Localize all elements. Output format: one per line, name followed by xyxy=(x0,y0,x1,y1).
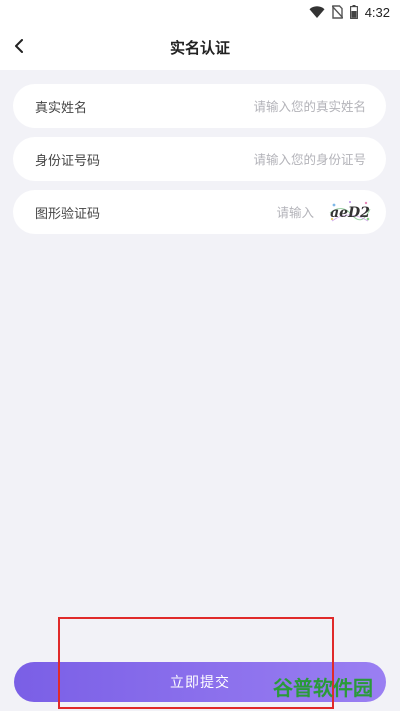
page-title: 实名认证 xyxy=(169,38,230,57)
captcha-row: 图形验证码 aeD2 xyxy=(13,190,386,234)
name-row: 真实姓名 xyxy=(13,84,386,128)
nav-bar: 实名认证 xyxy=(0,24,400,70)
name-input[interactable] xyxy=(145,98,366,114)
watermark-logo: 谷普软件园 xyxy=(273,676,373,700)
status-time: 4:32 xyxy=(364,4,390,20)
wifi-icon xyxy=(309,5,325,19)
chevron-left-icon xyxy=(14,38,26,57)
battery-icon xyxy=(349,5,358,19)
captcha-text: aeD2 xyxy=(330,205,370,221)
verification-form: 真实姓名 身份证号码 图形验证码 aeD2 xyxy=(13,84,386,243)
id-number-row: 身份证号码 xyxy=(13,137,386,181)
id-number-label: 身份证号码 xyxy=(35,153,101,169)
captcha-image[interactable]: aeD2 xyxy=(328,199,372,225)
id-number-input[interactable] xyxy=(145,151,366,167)
name-label: 真实姓名 xyxy=(35,100,88,116)
back-button[interactable] xyxy=(6,33,34,61)
captcha-label: 图形验证码 xyxy=(35,206,101,222)
no-sim-icon xyxy=(331,5,343,19)
status-bar: 4:32 xyxy=(0,0,400,24)
captcha-input[interactable] xyxy=(145,204,314,220)
